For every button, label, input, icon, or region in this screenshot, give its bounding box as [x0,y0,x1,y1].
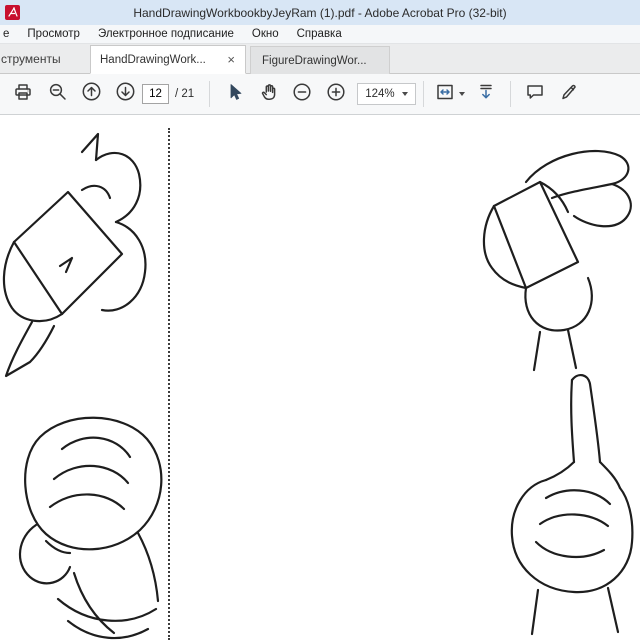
hand-tool-button[interactable] [251,79,285,109]
tools-tab-label[interactable]: струменты [1,52,81,66]
zoom-out-button[interactable] [285,79,319,109]
menu-item-cutoff[interactable]: е [0,28,18,40]
circle-minus-icon [292,82,312,107]
toolbar-separator [509,81,511,107]
close-icon[interactable]: × [226,53,236,66]
page-fit-dropdown[interactable] [431,79,469,109]
menu-item-window[interactable]: Окно [243,28,288,40]
fit-width-icon [435,82,455,107]
fill-sign-button[interactable] [552,79,586,109]
toolbar-separator [422,81,424,107]
tab-hand-drawing-workbook[interactable]: HandDrawingWork... × [90,45,246,74]
zoom-value: 124% [365,88,395,100]
circle-plus-icon [326,82,346,107]
relaxed-side-hand-sketch [482,149,632,372]
marquee-zoom-button[interactable] [40,79,74,109]
select-tool-button[interactable] [217,79,251,109]
magnifier-icon [48,82,67,106]
pdf-page[interactable] [0,115,640,640]
pencil-icon [559,82,579,107]
zoom-in-button[interactable] [319,79,353,109]
clenched-fist-hand-sketch [18,416,163,640]
tab-label: FigureDrawingWor... [262,54,367,67]
pointing-finger-hand-sketch [510,374,634,636]
chevron-down-icon [401,92,408,96]
printer-icon [13,82,33,107]
circle-down-arrow-icon [115,81,136,107]
menu-item-help[interactable]: Справка [288,28,351,40]
speech-bubble-icon [525,82,545,107]
scrolling-mode-button[interactable] [469,79,503,109]
document-tab-bar: струменты HandDrawingWork... × FigureDra… [0,44,640,74]
toolbar-separator [209,81,211,107]
tab-figure-drawing-workbook[interactable]: FigureDrawingWor... [250,46,390,74]
previous-page-button[interactable] [74,79,108,109]
menu-item-view[interactable]: Просмотр [18,28,89,40]
cursor-arrow-icon [225,83,243,106]
page-count-label: / 21 [175,88,195,100]
circle-up-arrow-icon [81,81,102,107]
print-button[interactable] [6,79,40,109]
next-page-button[interactable] [108,79,142,109]
menu-item-esign[interactable]: Электронное подписание [89,28,243,40]
page-number-input[interactable] [142,84,169,104]
tab-label: HandDrawingWork... [100,53,206,66]
chevron-down-icon [458,92,465,96]
hand-icon [259,82,278,106]
title-bar: HandDrawingWorkbookbyJeyRam (1).pdf - Ad… [0,0,640,25]
pinched-fingers-hand-sketch [2,132,147,378]
scroll-page-icon [476,82,496,107]
menu-bar: е Просмотр Электронное подписание Окно С… [0,25,640,44]
comment-button[interactable] [518,79,552,109]
window-title: HandDrawingWorkbookbyJeyRam (1).pdf - Ad… [133,5,507,20]
main-toolbar: / 21 124% [0,74,640,115]
zoom-level-dropdown[interactable]: 124% [357,83,416,105]
